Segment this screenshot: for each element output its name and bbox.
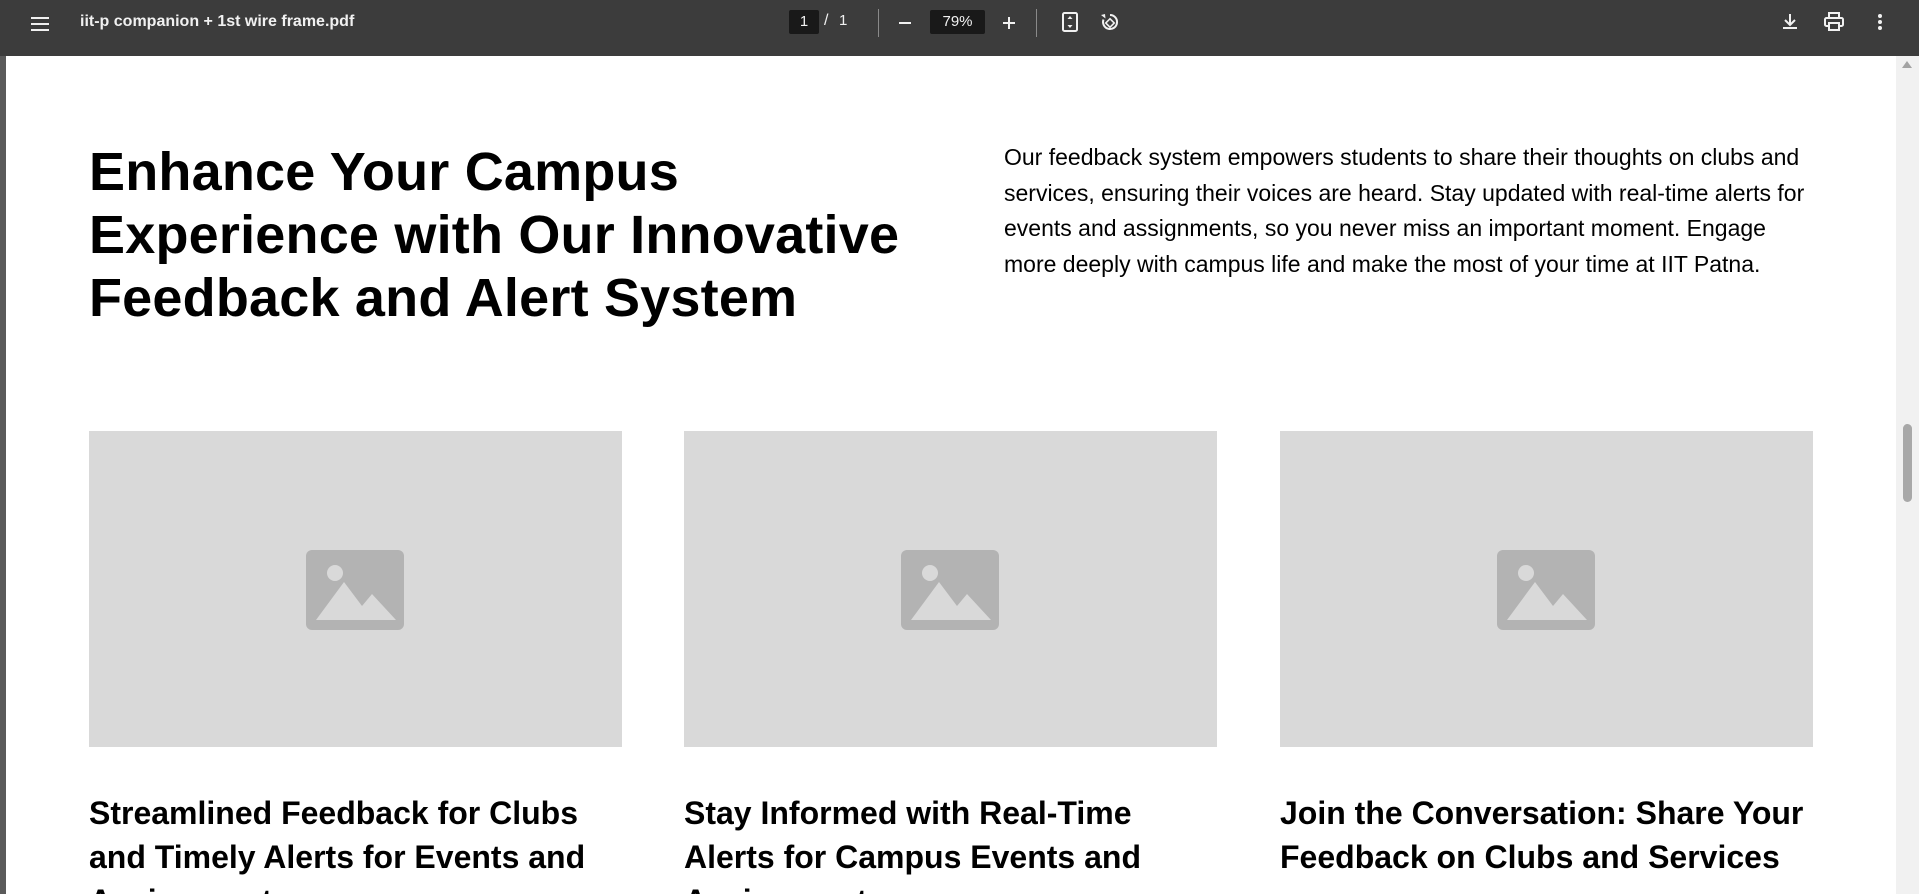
rotate-icon[interactable]: [1094, 6, 1126, 38]
zoom-in-icon[interactable]: [993, 7, 1025, 39]
hero-title: Enhance Your Campus Experience with Our …: [89, 142, 900, 328]
pdf-page: Enhance Your Campus Experience with Our …: [6, 56, 1896, 894]
pdf-toolbar: iit-p companion + 1st wire frame.pdf 1 /…: [0, 0, 1919, 56]
zoom-input[interactable]: 79%: [930, 10, 985, 34]
image-placeholder-icon: [1497, 550, 1595, 630]
card-image: [684, 431, 1217, 747]
download-icon[interactable]: [1774, 6, 1806, 38]
document-title: iit-p companion + 1st wire frame.pdf: [80, 13, 355, 30]
card-image: [1280, 431, 1813, 747]
feature-card: Stay Informed with Real-Time Alerts for …: [684, 431, 1217, 894]
image-placeholder-icon: [901, 550, 999, 630]
hero-description: Our feedback system empowers students to…: [1004, 144, 1805, 277]
toolbar-divider: [1036, 9, 1037, 37]
pdf-viewer: Enhance Your Campus Experience with Our …: [0, 56, 1919, 894]
zoom-out-icon[interactable]: [889, 7, 921, 39]
hamburger-menu-icon[interactable]: [24, 8, 56, 40]
page-number-input[interactable]: 1: [789, 10, 819, 34]
page-total: 1: [839, 12, 848, 29]
feature-card: Join the Conversation: Share Your Feedba…: [1280, 431, 1813, 879]
print-icon[interactable]: [1818, 6, 1850, 38]
vertical-scrollbar[interactable]: [1896, 56, 1919, 894]
more-vert-icon[interactable]: [1866, 6, 1894, 38]
fit-page-icon[interactable]: [1054, 6, 1086, 38]
scroll-up-arrow-icon[interactable]: [1902, 61, 1912, 68]
image-placeholder-icon: [306, 550, 404, 630]
card-image: [89, 431, 622, 747]
feature-card: Streamlined Feedback for Clubs and Timel…: [89, 431, 622, 894]
card-title: Stay Informed with Real-Time Alerts for …: [684, 795, 1141, 894]
card-title: Streamlined Feedback for Clubs and Timel…: [89, 795, 586, 894]
toolbar-divider: [878, 9, 879, 37]
scrollbar-thumb[interactable]: [1903, 424, 1912, 502]
page-separator: /: [824, 12, 829, 29]
card-title: Join the Conversation: Share Your Feedba…: [1280, 795, 1804, 875]
